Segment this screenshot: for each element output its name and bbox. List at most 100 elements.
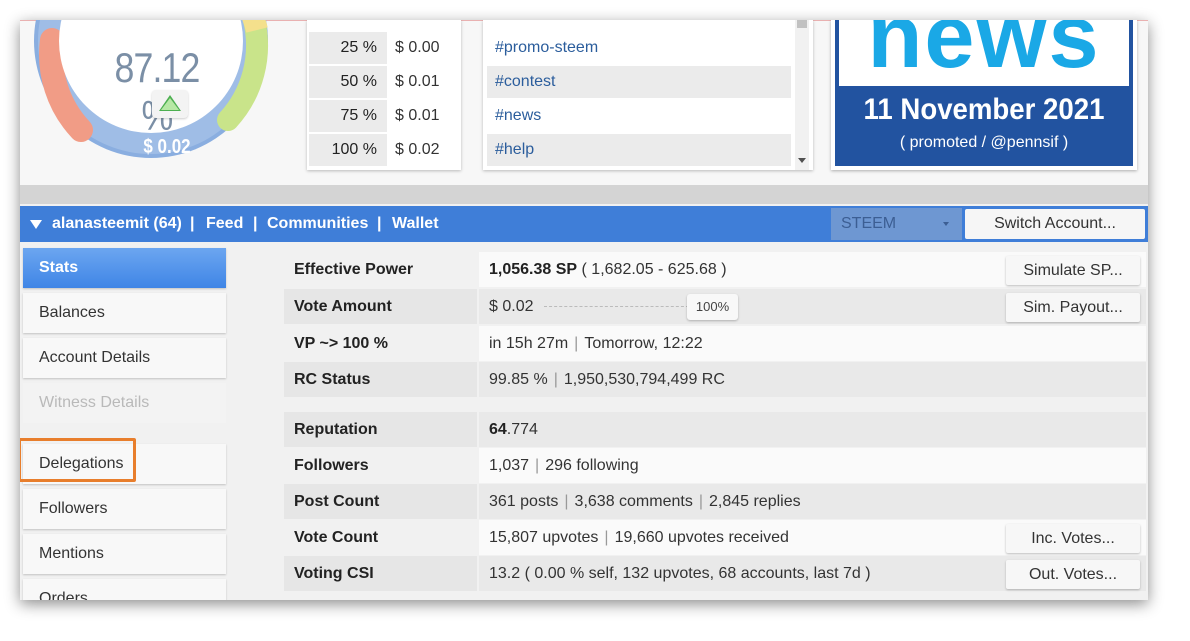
reputation-decimal: .774 — [506, 421, 538, 438]
vote-weight-slider-handle[interactable]: 100% — [687, 294, 738, 320]
voting-power-gauge: 87.12 % $ 0.02 — [32, 20, 270, 172]
upvotes-count: 15,807 upvotes — [489, 529, 599, 546]
sidebar-item-witness-details[interactable]: Witness Details — [23, 383, 226, 423]
vp-time-remaining: in 15h 27m — [489, 335, 569, 352]
scroll-down-arrow-icon[interactable] — [798, 158, 806, 163]
dropdown-triangle-icon[interactable] — [30, 220, 42, 229]
vote-weight-value: $ 0.01 — [389, 100, 459, 132]
followers-label: Followers — [284, 448, 477, 483]
tag-link-news[interactable]: #news — [487, 100, 791, 132]
comments-count: 3,638 comments — [574, 493, 693, 510]
switch-account-button[interactable]: Switch Account... — [965, 209, 1145, 239]
vote-weight: 75 % — [309, 100, 387, 132]
followers-count: 1,037 — [489, 457, 530, 474]
post-count-label: Post Count — [284, 484, 477, 519]
out-votes-button[interactable]: Out. Votes... — [1006, 560, 1140, 589]
sidebar-item-orders[interactable]: Orders — [23, 579, 226, 600]
inc-votes-button[interactable]: Inc. Votes... — [1006, 524, 1140, 553]
table-row: VP ~> 100 % in 15h 27m | Tomorrow, 12:22 — [284, 326, 1146, 361]
table-row: 50 % $ 0.01 — [309, 66, 459, 98]
scrollbar-thumb[interactable] — [797, 20, 807, 28]
tag-list: #promo-steem #contest #news #help — [483, 20, 813, 170]
rc-percent: 99.85 % — [489, 371, 548, 388]
section-divider — [20, 185, 1148, 204]
sidebar-item-mentions[interactable]: Mentions — [23, 534, 226, 574]
vote-weight: 100 % — [309, 134, 387, 166]
news-banner[interactable]: news 11 November 2021 ( promoted / @penn… — [831, 20, 1137, 170]
vp-full-time: Tomorrow, 12:22 — [584, 335, 703, 352]
news-banner-panel: news 11 November 2021 ( promoted / @penn… — [835, 20, 1133, 166]
value-separator: | — [553, 371, 558, 388]
rc-amount: 1,950,530,794,499 RC — [563, 371, 725, 388]
sim-payout-button[interactable]: Sim. Payout... — [1006, 293, 1140, 322]
sidebar-item-balances[interactable]: Balances — [23, 293, 226, 333]
news-date: 11 November 2021 — [863, 93, 1105, 126]
vote-weight: 25 % — [309, 32, 387, 64]
vote-amount-label: Vote Amount — [284, 289, 477, 324]
value-separator: | — [564, 493, 569, 510]
nav-feed-link[interactable]: Feed — [206, 206, 243, 242]
vote-value: $ 0.02 — [143, 136, 191, 158]
vp-value: in 15h 27m | Tomorrow, 12:22 — [479, 326, 1146, 361]
sidebar-item-stats[interactable]: Stats — [23, 248, 226, 288]
nav-communities-link[interactable]: Communities — [267, 206, 368, 242]
upvotes-received-count: 19,660 upvotes received — [614, 529, 789, 546]
posts-count: 361 posts — [489, 493, 559, 510]
vote-amount-value: $ 0.02 — [489, 298, 534, 315]
table-row: Vote Amount $ 0.02 100% Sim. Payout... — [284, 289, 1146, 324]
vote-weight-value: $ 0.00 — [389, 32, 459, 64]
sidebar: Stats Balances Account Details Witness D… — [20, 242, 230, 600]
table-row: 25 % $ 0.00 — [309, 32, 459, 64]
value-separator: | — [574, 335, 579, 352]
value-separator: | — [604, 529, 609, 546]
tag-link-help[interactable]: #help — [487, 134, 791, 166]
vote-count-label: Vote Count — [284, 520, 477, 555]
nav-separator: | — [377, 215, 382, 232]
nav-wallet-link[interactable]: Wallet — [392, 206, 439, 242]
vote-weight-value: $ 0.01 — [389, 66, 459, 98]
sidebar-item-followers[interactable]: Followers — [23, 489, 226, 529]
table-row: Effective Power 1,056.38 SP ( 1,682.05 -… — [284, 252, 1146, 287]
effective-power-sp: 1,056.38 SP — [489, 261, 578, 278]
table-row: Voting CSI 13.2 ( 0.00 % self, 132 upvot… — [284, 556, 1146, 591]
reputation-label: Reputation — [284, 412, 477, 447]
followers-value: 1,037 | 296 following — [479, 448, 1146, 483]
nav-separator: | — [190, 215, 195, 232]
value-separator: | — [535, 457, 540, 474]
tag-list-scrollbar[interactable] — [795, 20, 809, 170]
reputation-value: 64.774 — [479, 412, 1146, 447]
voting-csi-label: Voting CSI — [284, 556, 477, 591]
vote-weight: 50 % — [309, 66, 387, 98]
tag-link-contest[interactable]: #contest — [487, 66, 791, 98]
news-promo-credit: ( promoted / @pennsif ) — [899, 134, 1069, 151]
news-logo-area: news — [839, 20, 1129, 86]
account-name-link[interactable]: alanasteemit (64) — [52, 206, 182, 242]
replies-count: 2,845 replies — [708, 493, 801, 510]
account-navbar: alanasteemit (64) | Feed | Communities |… — [20, 206, 1148, 242]
vote-value-table: 25 % $ 0.00 50 % $ 0.01 75 % $ 0.01 100 … — [307, 20, 461, 170]
following-count: 296 following — [545, 457, 639, 474]
news-logo: news — [867, 20, 1101, 86]
nav-separator: | — [253, 215, 258, 232]
table-row: Post Count 361 posts | 3,638 comments | 2,84… — [284, 484, 1146, 519]
tag-link-promo-steem[interactable]: #promo-steem — [487, 32, 791, 64]
value-separator: | — [698, 493, 703, 510]
table-row: 100 % $ 0.02 — [309, 134, 459, 166]
top-widgets-area: 87.12 % $ 0.02 25 % $ 0.00 50 % $ 0.01 7… — [20, 20, 1148, 204]
reputation-integer: 64 — [489, 421, 507, 438]
simulate-sp-button[interactable]: Simulate SP... — [1006, 256, 1140, 285]
table-row: RC Status 99.85 % | 1,950,530,794,499 RC — [284, 362, 1146, 397]
sidebar-item-delegations[interactable]: Delegations — [23, 444, 226, 484]
vote-weight-slider-track[interactable] — [544, 306, 689, 307]
table-row: Reputation 64.774 — [284, 412, 1146, 447]
currency-select-value: STEEM — [841, 215, 897, 232]
post-count-value: 361 posts | 3,638 comments | 2,845 replies — [479, 484, 1146, 519]
sidebar-item-account-details[interactable]: Account Details — [23, 338, 226, 378]
currency-select[interactable]: STEEM — [831, 208, 962, 240]
chevron-down-icon — [943, 222, 949, 226]
rc-status-value: 99.85 % | 1,950,530,794,499 RC — [479, 362, 1146, 397]
up-arrow-icon[interactable] — [152, 90, 188, 118]
up-arrow-fill — [161, 98, 179, 110]
table-row: 75 % $ 0.01 — [309, 100, 459, 132]
rc-status-label: RC Status — [284, 362, 477, 397]
